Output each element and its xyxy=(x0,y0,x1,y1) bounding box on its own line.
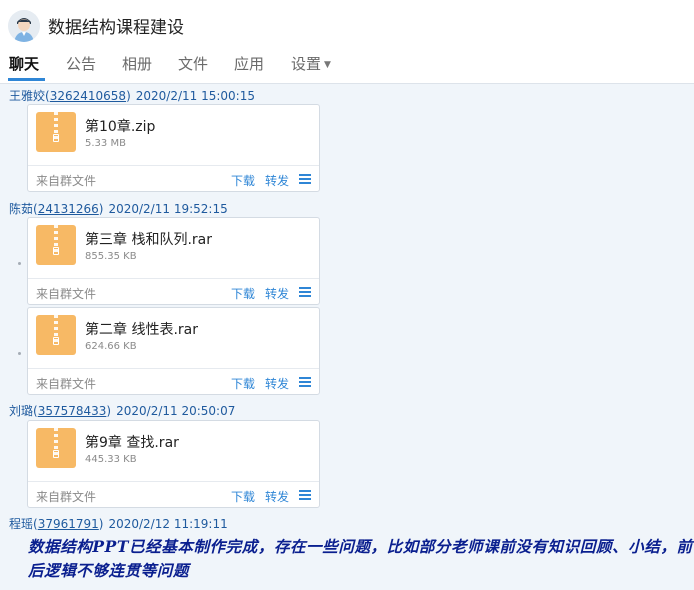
menu-lines-icon[interactable] xyxy=(299,287,311,297)
file-card-info: 第二章 线性表.rar 624.66 KB xyxy=(28,308,319,369)
download-link[interactable]: 下载 xyxy=(231,375,255,392)
tab-announcement[interactable]: 公告 xyxy=(66,53,96,74)
file-source: 来自群文件 xyxy=(36,174,97,188)
sender-name[interactable]: 陈茹 xyxy=(9,202,33,216)
group-title: 数据结构课程建设 xyxy=(48,18,184,38)
sender-qq-link[interactable]: 37961791 xyxy=(38,517,99,531)
forward-link[interactable]: 转发 xyxy=(265,375,289,392)
file-size: 855.35 KB xyxy=(85,251,137,262)
tab-settings[interactable]: 设置 ▼ xyxy=(291,53,331,74)
file-size: 445.33 KB xyxy=(85,454,137,465)
tab-bar: 聊天 公告 相册 文件 应用 设置 ▼ xyxy=(0,50,694,84)
sender-name[interactable]: 刘璐 xyxy=(9,404,33,418)
file-card[interactable]: 第10章.zip 5.33 MB 来自群文件 下载 转发 xyxy=(27,104,320,192)
active-tab-indicator xyxy=(8,78,45,81)
tab-settings-label: 设置 xyxy=(291,55,322,73)
tab-files[interactable]: 文件 xyxy=(178,53,208,74)
message-time: 2020/2/11 19:52:15 xyxy=(108,202,228,216)
file-size: 624.66 KB xyxy=(85,341,137,352)
file-card-actions: 来自群文件 下载 转发 xyxy=(28,165,319,192)
file-source: 来自群文件 xyxy=(36,377,97,391)
file-card[interactable]: 第9章 查找.rar 445.33 KB 来自群文件 下载 转发 xyxy=(27,420,320,508)
caret-down-icon: ▼ xyxy=(324,60,331,70)
file-name[interactable]: 第三章 栈和队列.rar xyxy=(85,229,212,249)
file-name[interactable]: 第二章 线性表.rar xyxy=(85,319,198,339)
menu-lines-icon[interactable] xyxy=(299,174,311,184)
sender-qq-link[interactable]: 24131266 xyxy=(38,202,99,216)
group-avatar[interactable] xyxy=(8,10,40,42)
file-source: 来自群文件 xyxy=(36,490,97,504)
chat-header: 数据结构课程建设 聊天 公告 相册 文件 应用 设置 ▼ xyxy=(0,0,694,84)
file-card[interactable]: 第二章 线性表.rar 624.66 KB 来自群文件 下载 转发 xyxy=(27,307,320,395)
file-card-actions: 来自群文件 下载 转发 xyxy=(28,368,319,395)
zip-archive-icon xyxy=(36,112,76,152)
file-size: 5.33 MB xyxy=(85,138,126,149)
sender-name[interactable]: 程瑶 xyxy=(9,517,33,531)
file-card-info: 第三章 栈和队列.rar 855.35 KB xyxy=(28,218,319,279)
tab-chat[interactable]: 聊天 xyxy=(9,53,39,74)
message-time: 2020/2/11 20:50:07 xyxy=(116,404,236,418)
menu-lines-icon[interactable] xyxy=(299,490,311,500)
file-card-actions: 来自群文件 下载 转发 xyxy=(28,481,319,508)
file-name[interactable]: 第10章.zip xyxy=(85,116,155,136)
message-text: 数据结构PPT已经基本制作完成，存在一些问题，比如部分老师课前没有知识回顾、小结… xyxy=(28,537,693,580)
sender-name[interactable]: 王雅姣 xyxy=(9,89,45,103)
message-sender: 刘璐(357578433) 2020/2/11 20:50:07 xyxy=(9,404,236,418)
sender-qq-link[interactable]: 357578433 xyxy=(38,404,107,418)
message-time: 2020/2/12 11:19:11 xyxy=(108,517,228,531)
forward-link[interactable]: 转发 xyxy=(265,285,289,302)
file-source: 来自群文件 xyxy=(36,287,97,301)
sender-qq-link[interactable]: 3262410658 xyxy=(50,89,126,103)
list-bullet xyxy=(18,262,21,265)
message-sender: 陈茹(24131266) 2020/2/11 19:52:15 xyxy=(9,202,228,216)
zip-archive-icon xyxy=(36,428,76,468)
tab-album[interactable]: 相册 xyxy=(122,53,152,74)
download-link[interactable]: 下载 xyxy=(231,285,255,302)
file-card-info: 第9章 查找.rar 445.33 KB xyxy=(28,421,319,482)
file-card-actions: 来自群文件 下载 转发 xyxy=(28,278,319,305)
file-card[interactable]: 第三章 栈和队列.rar 855.35 KB 来自群文件 下载 转发 xyxy=(27,217,320,305)
file-name[interactable]: 第9章 查找.rar xyxy=(85,432,179,452)
file-card-info: 第10章.zip 5.33 MB xyxy=(28,105,319,166)
list-bullet xyxy=(18,352,21,355)
message-sender: 程瑶(37961791) 2020/2/12 11:19:11 xyxy=(9,517,228,531)
tab-apps[interactable]: 应用 xyxy=(234,53,264,74)
zip-archive-icon xyxy=(36,315,76,355)
download-link[interactable]: 下载 xyxy=(231,488,255,505)
message-sender: 王雅姣(3262410658) 2020/2/11 15:00:15 xyxy=(9,89,255,103)
zip-archive-icon xyxy=(36,225,76,265)
download-link[interactable]: 下载 xyxy=(231,172,255,189)
forward-link[interactable]: 转发 xyxy=(265,172,289,189)
forward-link[interactable]: 转发 xyxy=(265,488,289,505)
menu-lines-icon[interactable] xyxy=(299,377,311,387)
message-time: 2020/2/11 15:00:15 xyxy=(135,89,255,103)
